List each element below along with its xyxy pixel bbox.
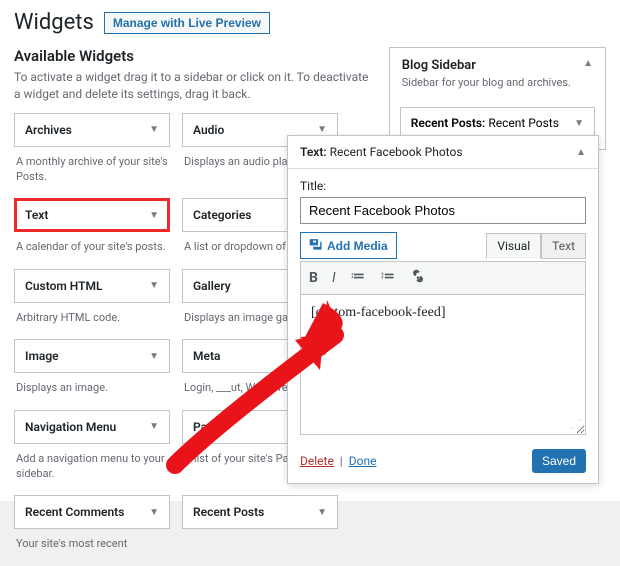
editor-head-label: Text: [300,145,327,159]
widget-chip-label: Archives [25,123,72,137]
chevron-down-icon: ▼ [149,507,159,518]
available-widgets-heading: Available Widgets [14,47,373,65]
widget-chip-label: Recent Posts [193,505,264,519]
widget-chip-label: Meta [193,349,220,363]
blog-sidebar-title: Blog Sidebar [402,58,571,73]
manage-live-preview-button[interactable]: Manage with Live Preview [104,12,270,34]
chevron-down-icon: ▼ [317,124,327,135]
widget-title-input[interactable] [300,197,586,224]
chevron-down-icon: ▼ [149,124,159,135]
sidebar-widget-label: Recent Posts: [411,116,486,130]
chevron-down-icon: ▼ [149,351,159,362]
content-editor[interactable]: [custom-facebook-feed] ⋰ [300,295,586,435]
saved-button[interactable]: Saved [532,449,586,473]
widget-chip-label: Recent Comments [25,505,124,519]
widget-chip-archives[interactable]: Archives ▼ [14,113,170,147]
available-widgets-desc: To activate a widget drag it to a sideba… [14,69,373,103]
widget-chip-label: Image [25,349,59,363]
widget-chip-image[interactable]: Image ▼ [14,339,170,373]
resize-handle-icon[interactable]: ⋰ [571,419,581,430]
widget-chip-desc: Arbitrary HTML code. [14,303,170,335]
widget-chip-label: Text [25,208,48,222]
chevron-down-icon: ▼ [574,118,584,129]
widget-chip-desc [182,529,338,546]
chevron-down-icon: ▼ [149,280,159,291]
triangle-up-icon[interactable]: ▲ [576,147,586,158]
widget-chip-label: Page [193,420,220,434]
title-label: Title: [300,179,586,193]
editor-toolbar: B I [300,261,586,295]
widget-chip-label: Audio [193,123,224,137]
widget-chip-recent-posts[interactable]: Recent Posts ▼ [182,495,338,529]
blog-sidebar-desc: Sidebar for your blog and archives. [402,76,571,89]
widget-chip-desc: A monthly archive of your site's Posts. [14,147,170,195]
numbered-list-button[interactable] [380,268,396,288]
page-title: Widgets [14,10,94,35]
widget-chip-desc: A calendar of your site's posts. [14,232,170,264]
text-widget-editor: Text: Recent Facebook Photos ▲ Title: Ad… [287,135,599,484]
delete-link[interactable]: Delete [300,454,334,468]
widget-chip-label: Navigation Menu [25,420,116,434]
widget-chip-label: Categories [193,208,251,222]
triangle-up-icon[interactable]: ▲ [583,58,593,69]
widget-chip-navigation-menu[interactable]: Navigation Menu ▼ [14,410,170,444]
widget-chip-desc: Your site's most recent [14,529,170,561]
add-media-button[interactable]: Add Media [300,232,397,259]
media-icon [309,237,323,254]
widget-chip-label: Gallery [193,279,231,293]
bullet-list-button[interactable] [350,268,366,288]
tab-text[interactable]: Text [541,233,586,259]
widget-chip-desc: Displays an image. [14,373,170,405]
widget-chip-label: Custom HTML [25,279,102,293]
italic-button[interactable]: I [332,270,336,286]
link-button[interactable] [410,268,426,288]
done-link[interactable]: Done [349,454,377,468]
chevron-down-icon: ▼ [317,507,327,518]
widget-chip-custom-html[interactable]: Custom HTML ▼ [14,269,170,303]
widget-chip-recent-comments[interactable]: Recent Comments ▼ [14,495,170,529]
chevron-down-icon: ▼ [149,421,159,432]
widget-chip-desc: Add a navigation menu to your sidebar. [14,444,170,492]
chevron-down-icon: ▼ [149,210,159,221]
editor-head-value: Recent Facebook Photos [330,145,463,159]
sidebar-widget-value: Recent Posts [488,116,559,130]
bold-button[interactable]: B [309,270,318,286]
tab-visual[interactable]: Visual [486,233,541,259]
widget-chip-text[interactable]: Text ▼ [14,198,170,232]
